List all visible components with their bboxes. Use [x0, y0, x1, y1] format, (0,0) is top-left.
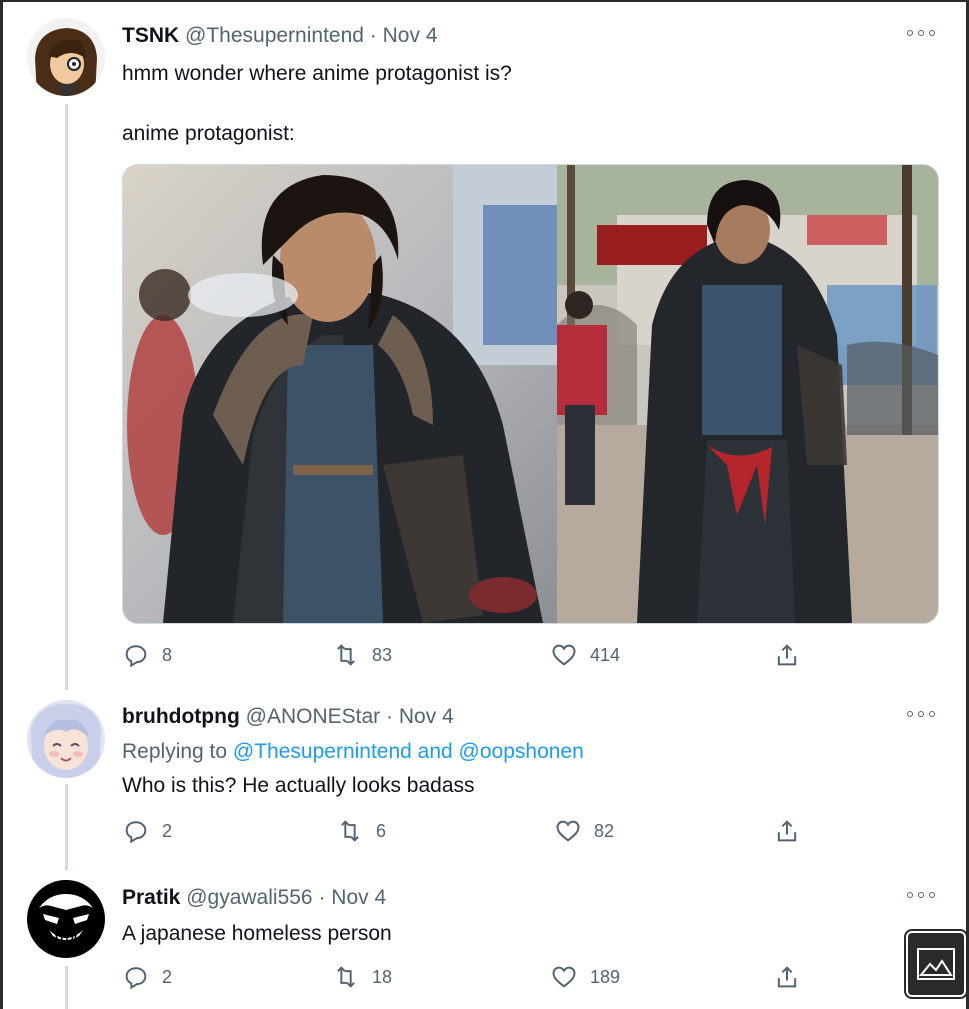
timestamp[interactable]: Nov 4: [399, 705, 454, 728]
retweet-count: 83: [372, 644, 393, 665]
thread-line: [65, 784, 68, 870]
reply-button[interactable]: 2: [122, 817, 172, 845]
thread-line: [65, 104, 68, 690]
like-count: 189: [590, 966, 621, 987]
image-icon: [917, 948, 955, 980]
share-button[interactable]: [773, 963, 801, 991]
user-handle[interactable]: @gyawali556: [186, 886, 312, 909]
tweet-actions: 8 83 414: [122, 641, 822, 671]
heart-icon: [552, 644, 576, 666]
retweet-icon: [337, 644, 355, 666]
more-icon[interactable]: [907, 707, 935, 721]
share-button[interactable]: [773, 817, 801, 845]
retweet-icon: [337, 966, 355, 988]
tweet-actions: 2 6 82: [122, 817, 822, 847]
tweet-actions: 2 18 189: [122, 963, 822, 993]
tweet-text: hmm wonder where anime protagonist is?: [122, 62, 512, 85]
replying-to-label: Replying to: [122, 740, 233, 763]
tweet-text: anime protagonist:: [122, 122, 295, 145]
share-icon: [777, 966, 797, 988]
retweet-count: 18: [372, 966, 393, 987]
tweet-header: bruhdotpng @ANONEStar · Nov 4: [122, 705, 454, 729]
tweet-text: A japanese homeless person: [122, 922, 392, 945]
reply-icon: [125, 967, 147, 990]
reply-count: 2: [162, 966, 173, 987]
timestamp[interactable]: Nov 4: [383, 24, 438, 47]
reply-icon: [125, 645, 147, 668]
separator: ·: [386, 705, 393, 728]
avatar[interactable]: [27, 18, 105, 96]
like-count: 414: [590, 644, 621, 665]
heart-icon: [556, 820, 580, 842]
tweet-header: Pratik @gyawali556 · Nov 4: [122, 886, 386, 910]
reply-button[interactable]: 8: [122, 641, 172, 669]
tweet-header: TSNK @Thesupernintend · Nov 4: [122, 24, 438, 48]
tweet-media[interactable]: [122, 164, 939, 624]
more-icon[interactable]: [907, 888, 935, 902]
display-name[interactable]: bruhdotpng: [122, 705, 240, 728]
retweet-button[interactable]: 18: [332, 963, 392, 991]
photo-walking-man[interactable]: [557, 165, 938, 623]
like-button[interactable]: 82: [554, 817, 614, 845]
share-button[interactable]: [773, 641, 801, 669]
thread-line: [65, 966, 68, 1009]
avatar[interactable]: [27, 880, 105, 958]
like-count: 82: [594, 820, 615, 841]
like-button[interactable]: 189: [550, 963, 620, 991]
reply-icon: [125, 821, 147, 844]
more-icon[interactable]: [907, 26, 935, 40]
photo-smoking-man[interactable]: [123, 165, 557, 623]
user-handle[interactable]: @ANONEStar: [246, 705, 381, 728]
like-button[interactable]: 414: [550, 641, 620, 669]
replying-to-users[interactable]: @Thesupernintend and @oopshonen: [233, 740, 584, 763]
retweet-count: 6: [376, 820, 387, 841]
reply-button[interactable]: 2: [122, 963, 172, 991]
replying-to: Replying to @Thesupernintend and @oopsho…: [122, 740, 584, 764]
avatar[interactable]: [27, 700, 105, 778]
retweet-button[interactable]: 83: [332, 641, 392, 669]
display-name[interactable]: TSNK: [122, 24, 179, 47]
image-overlay-button[interactable]: [906, 931, 966, 997]
share-icon: [777, 644, 797, 666]
retweet-button[interactable]: 6: [336, 817, 386, 845]
timestamp[interactable]: Nov 4: [331, 886, 386, 909]
separator: ·: [318, 886, 326, 909]
reply-count: 8: [162, 644, 173, 665]
reply-count: 2: [162, 820, 173, 841]
share-icon: [777, 820, 797, 842]
separator: ·: [369, 24, 377, 47]
retweet-icon: [341, 820, 359, 842]
display-name[interactable]: Pratik: [122, 886, 180, 909]
tweet-text: Who is this? He actually looks badass: [122, 774, 475, 797]
user-handle[interactable]: @Thesupernintend: [185, 24, 364, 47]
heart-icon: [552, 966, 576, 988]
